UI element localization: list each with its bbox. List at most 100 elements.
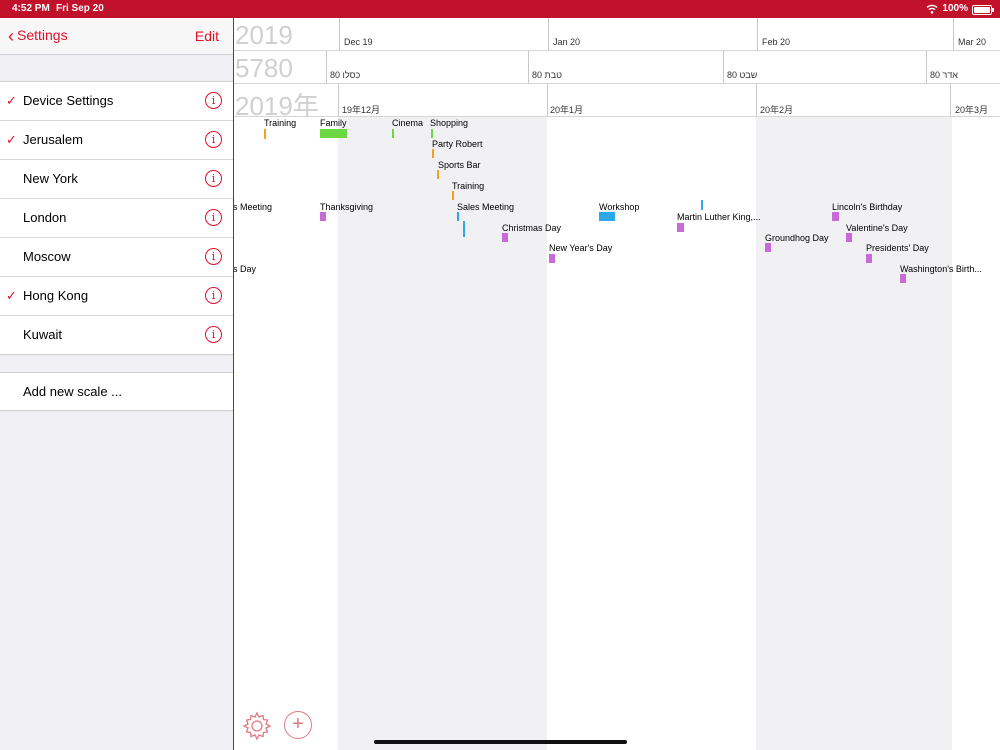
event-label[interactable]: Thanksgiving bbox=[320, 202, 373, 212]
status-bar: 4:52 PM Fri Sep 20 100% bbox=[0, 0, 1000, 18]
scale-row[interactable]: New York i bbox=[0, 160, 233, 199]
scale-tick bbox=[950, 84, 951, 116]
scale-tick-label: Jan 20 bbox=[553, 37, 581, 47]
scale-tick-label: Feb 20 bbox=[762, 37, 791, 47]
event-bar[interactable] bbox=[900, 274, 906, 283]
scale-tick-label: 19年12月 bbox=[342, 105, 381, 115]
event-label[interactable]: New Year's Day bbox=[549, 243, 612, 253]
checkmark-icon: ✓ bbox=[6, 132, 17, 147]
chevron-left-icon: ‹ bbox=[8, 26, 14, 46]
event-label[interactable]: Washington's Birth... bbox=[900, 264, 982, 274]
event-label[interactable]: ns Day bbox=[234, 264, 256, 274]
event-bar[interactable] bbox=[549, 254, 555, 263]
event-label[interactable]: Sports Bar bbox=[438, 160, 481, 170]
event-bar[interactable] bbox=[264, 129, 266, 139]
scale-tick bbox=[756, 84, 757, 116]
scale-tick bbox=[953, 18, 954, 50]
event-bar[interactable] bbox=[457, 212, 459, 221]
scale-tick-label: 20年1月 bbox=[550, 105, 584, 115]
scale-row-label: London bbox=[23, 210, 67, 225]
scale-row-label: Kuwait bbox=[23, 327, 63, 342]
event-label[interactable]: Christmas Day bbox=[502, 223, 561, 233]
scale-row[interactable]: ✓ Jerusalem i bbox=[0, 121, 233, 160]
checkmark-icon: ✓ bbox=[6, 93, 17, 108]
add-new-scale-button[interactable]: Add new scale ... bbox=[23, 384, 122, 399]
scale-tick bbox=[723, 51, 724, 83]
status-time: 4:52 PM bbox=[12, 3, 50, 14]
scale-row[interactable]: Moscow i bbox=[0, 238, 233, 277]
scale-tick-label: 20年3月 bbox=[955, 105, 989, 115]
scale-row[interactable]: ✓ Device Settings i bbox=[0, 82, 233, 121]
scale-row[interactable]: London i bbox=[0, 199, 233, 238]
event-bar[interactable] bbox=[502, 233, 508, 242]
scale-tick-label: 80 טבת bbox=[532, 70, 562, 80]
back-button[interactable]: ‹ Settings bbox=[8, 26, 68, 46]
scale-tick-label: Dec 19 bbox=[344, 37, 373, 47]
info-icon[interactable]: i bbox=[205, 326, 222, 343]
event-bar[interactable] bbox=[866, 254, 872, 263]
event-bar[interactable] bbox=[599, 212, 615, 221]
event-label[interactable]: Family bbox=[320, 118, 347, 128]
scale-header-row: 2019 Dec 19 Jan 20 Feb 20 Mar 20 bbox=[234, 18, 1000, 51]
scale-tick-label: Mar 20 bbox=[958, 37, 987, 47]
scale-row[interactable]: Kuwait i bbox=[0, 316, 233, 354]
battery-percent: 100% bbox=[942, 3, 968, 14]
event-bar[interactable] bbox=[392, 129, 394, 138]
event-label[interactable]: Shopping bbox=[430, 118, 468, 128]
event-bar[interactable] bbox=[320, 129, 347, 138]
info-icon[interactable]: i bbox=[205, 92, 222, 109]
event-bar[interactable] bbox=[320, 212, 326, 221]
add-event-button[interactable]: + bbox=[284, 711, 312, 739]
event-label[interactable]: Presidents' Day bbox=[866, 243, 929, 253]
info-icon[interactable]: i bbox=[205, 248, 222, 265]
event-label[interactable]: Training bbox=[264, 118, 296, 128]
back-label: Settings bbox=[17, 27, 68, 43]
battery-icon bbox=[972, 5, 994, 15]
event-label[interactable]: Workshop bbox=[599, 202, 639, 212]
edit-button[interactable]: Edit bbox=[195, 28, 219, 44]
sidebar-nav-bar: ‹ Settings Edit bbox=[0, 18, 233, 55]
event-label[interactable]: Sales Meeting bbox=[457, 202, 514, 212]
scale-list: ✓ Device Settings i ✓ Jerusalem i New York i Lon… bbox=[0, 81, 233, 355]
add-scale-section: Add new scale ... bbox=[0, 372, 233, 411]
scale-tick bbox=[926, 51, 927, 83]
info-icon[interactable]: i bbox=[205, 209, 222, 226]
scale-tick-label: 20年2月 bbox=[760, 105, 794, 115]
home-indicator bbox=[374, 740, 627, 744]
event-bar[interactable] bbox=[452, 191, 454, 200]
scale-row[interactable]: ✓ Hong Kong i bbox=[0, 277, 233, 316]
event-bar[interactable] bbox=[437, 170, 439, 179]
scale-tick bbox=[757, 18, 758, 50]
event-bar[interactable] bbox=[846, 233, 852, 242]
scale-year-label: 2019 bbox=[235, 20, 293, 50]
scale-row-label: Jerusalem bbox=[23, 132, 83, 147]
event-label[interactable]: Groundhog Day bbox=[765, 233, 829, 243]
event-bar[interactable] bbox=[765, 243, 771, 252]
scale-tick bbox=[528, 51, 529, 83]
scale-tick bbox=[326, 51, 327, 83]
event-bar[interactable] bbox=[431, 129, 433, 138]
event-label[interactable]: Party Robert bbox=[432, 139, 483, 149]
event-bar[interactable] bbox=[832, 212, 839, 221]
gear-icon[interactable] bbox=[242, 711, 272, 741]
info-icon[interactable]: i bbox=[205, 170, 222, 187]
event-label[interactable]: Cinema bbox=[392, 118, 423, 128]
settings-sidebar: ‹ Settings Edit ✓ Device Settings i ✓ Jerusal… bbox=[0, 18, 234, 750]
info-icon[interactable]: i bbox=[205, 287, 222, 304]
wifi-icon bbox=[926, 4, 938, 14]
event-bar[interactable] bbox=[701, 200, 703, 210]
event-label[interactable]: Martin Luther King,... bbox=[677, 212, 761, 222]
event-label[interactable]: es Meeting bbox=[234, 202, 272, 212]
scale-tick bbox=[548, 18, 549, 50]
event-label[interactable]: Lincoln's Birthday bbox=[832, 202, 902, 212]
scale-year-label: 5780 bbox=[235, 53, 293, 83]
scale-tick-label: 80 שבט bbox=[727, 70, 758, 80]
event-bar[interactable] bbox=[677, 223, 684, 232]
timeline-view[interactable]: 2019 Dec 19 Jan 20 Feb 20 Mar 20 5780 80 כסלו 8… bbox=[234, 18, 1000, 750]
event-bar[interactable] bbox=[432, 149, 434, 158]
info-icon[interactable]: i bbox=[205, 131, 222, 148]
event-bar[interactable] bbox=[463, 221, 465, 237]
status-date: Fri Sep 20 bbox=[56, 3, 104, 14]
event-label[interactable]: Valentine's Day bbox=[846, 223, 908, 233]
event-label[interactable]: Training bbox=[452, 181, 484, 191]
